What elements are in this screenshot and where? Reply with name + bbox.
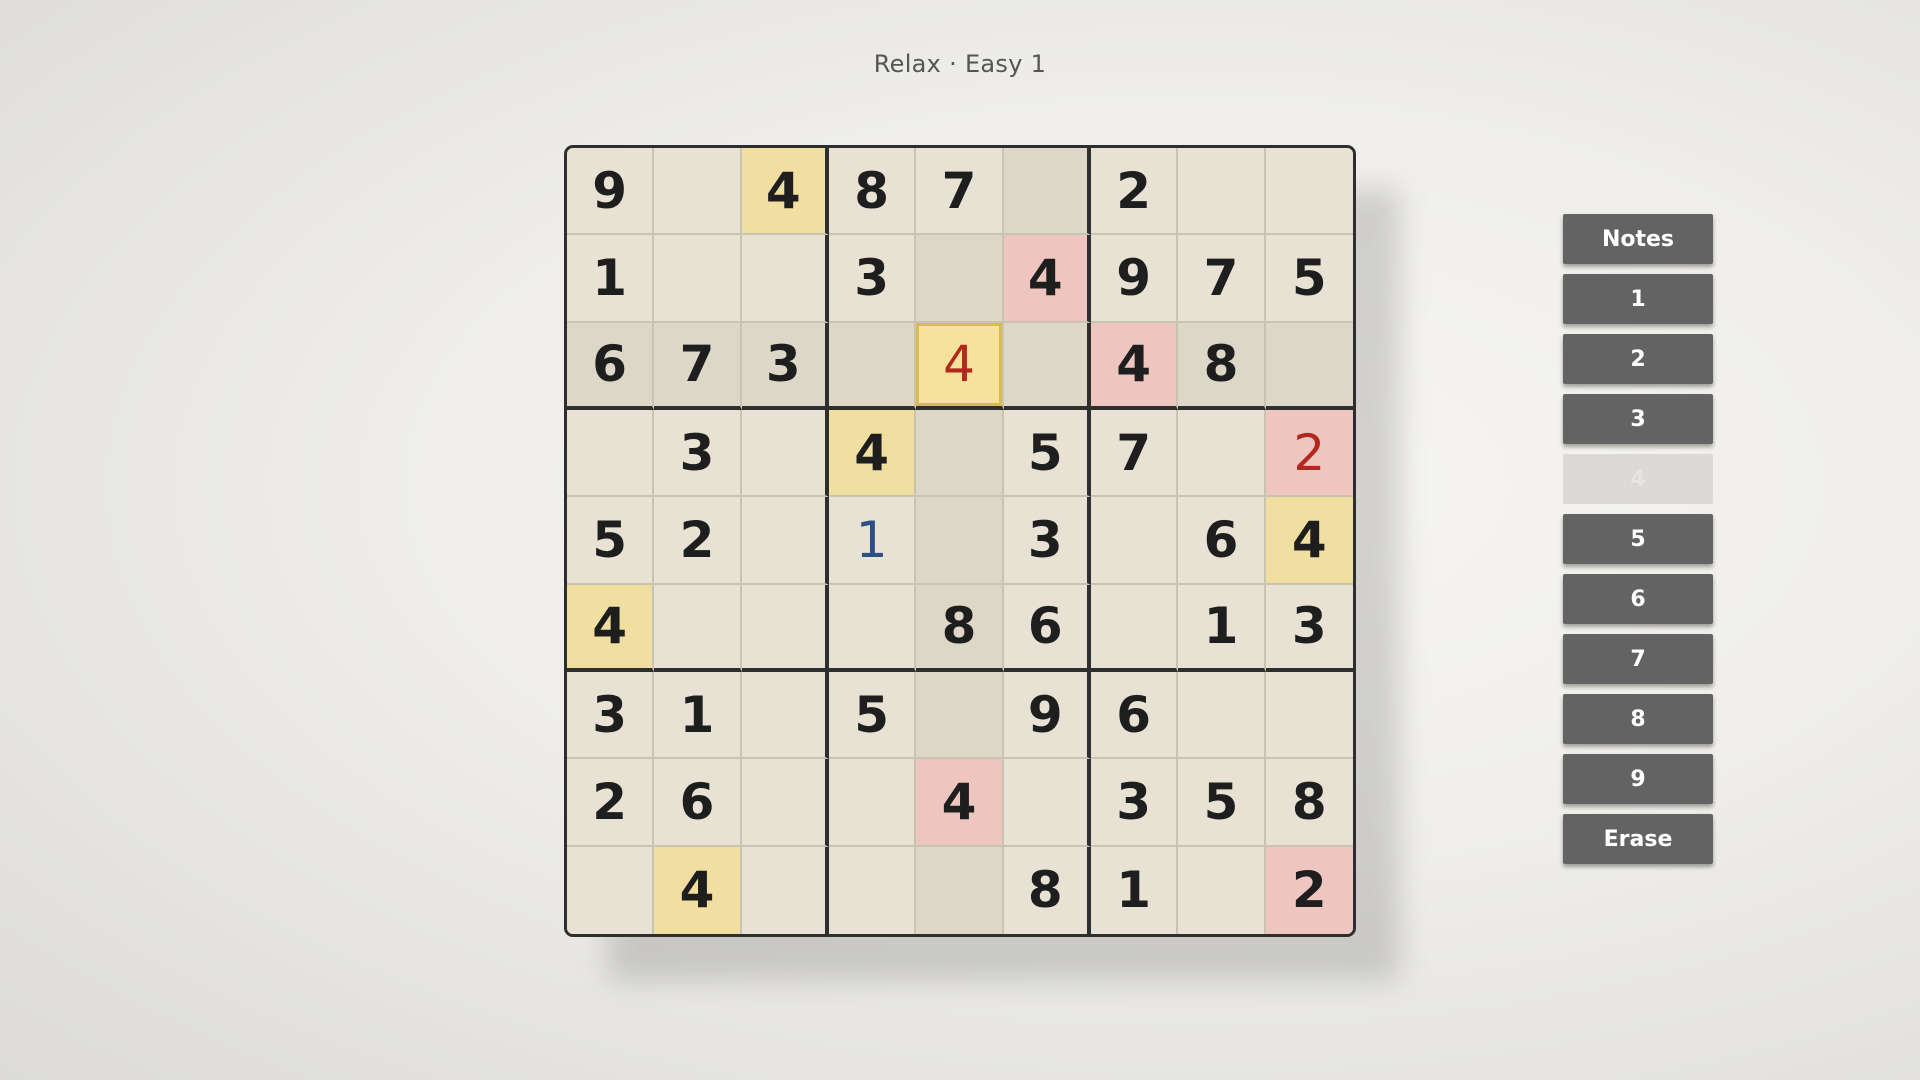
sudoku-cell[interactable]: 9	[567, 148, 655, 236]
sudoku-cell[interactable]: 5	[1265, 235, 1353, 323]
sudoku-cell[interactable]: 4	[1265, 497, 1353, 585]
sudoku-cell[interactable]	[567, 410, 655, 498]
digit-button-6[interactable]: 6	[1563, 574, 1713, 624]
sudoku-cell[interactable]: 1	[829, 497, 917, 585]
sudoku-cell[interactable]: 5	[1003, 410, 1091, 498]
sudoku-cell[interactable]: 5	[567, 497, 655, 585]
sudoku-cell[interactable]	[1265, 672, 1353, 760]
sudoku-cell[interactable]	[916, 235, 1004, 323]
sudoku-cell[interactable]: 4	[1091, 322, 1179, 410]
sudoku-cell[interactable]: 6	[654, 759, 742, 847]
digit-button-3[interactable]: 3	[1563, 394, 1713, 444]
sudoku-cell[interactable]: 4	[741, 148, 829, 236]
sudoku-cell[interactable]: 2	[1265, 846, 1353, 934]
sudoku-cell[interactable]	[916, 497, 1004, 585]
sudoku-cell[interactable]: 3	[829, 235, 917, 323]
sudoku-cell[interactable]	[741, 672, 829, 760]
sudoku-cell[interactable]: 2	[1091, 148, 1179, 236]
sudoku-cell[interactable]	[741, 759, 829, 847]
sudoku-cell[interactable]: 1	[654, 672, 742, 760]
sudoku-cell[interactable]	[654, 235, 742, 323]
sudoku-cell[interactable]: 1	[1178, 584, 1266, 672]
sudoku-cell[interactable]	[1003, 759, 1091, 847]
digit-button-2[interactable]: 2	[1563, 334, 1713, 384]
sudoku-cell[interactable]	[1178, 148, 1266, 236]
sudoku-cell[interactable]	[829, 584, 917, 672]
sudoku-cell[interactable]: 8	[1003, 846, 1091, 934]
sudoku-cell[interactable]	[654, 584, 742, 672]
sudoku-cell[interactable]	[1178, 410, 1266, 498]
digit-button-1[interactable]: 1	[1563, 274, 1713, 324]
sudoku-cell[interactable]: 4	[829, 410, 917, 498]
sudoku-cell[interactable]: 4	[567, 584, 655, 672]
sudoku-cell[interactable]	[1178, 672, 1266, 760]
sudoku-cell[interactable]: 8	[916, 584, 1004, 672]
sudoku-cell[interactable]: 3	[654, 410, 742, 498]
sudoku-cell[interactable]: 3	[567, 672, 655, 760]
sudoku-cell[interactable]: 1	[1091, 846, 1179, 934]
sudoku-cell[interactable]	[1003, 148, 1091, 236]
sudoku-cell[interactable]: 9	[1003, 672, 1091, 760]
sudoku-cell[interactable]: 3	[1265, 584, 1353, 672]
digit-button-4[interactable]: 4	[1563, 454, 1713, 504]
sudoku-cell[interactable]: 4	[916, 759, 1004, 847]
sudoku-cell[interactable]	[741, 584, 829, 672]
sudoku-cell[interactable]: 1	[567, 235, 655, 323]
sudoku-cell[interactable]: 6	[1091, 672, 1179, 760]
sudoku-board: 9487213497567344834572521364486133159626…	[564, 145, 1356, 937]
erase-button[interactable]: Erase	[1563, 814, 1713, 864]
sudoku-cell[interactable]	[741, 410, 829, 498]
sudoku-cell[interactable]: 3	[741, 322, 829, 410]
sudoku-cell[interactable]: 6	[1003, 584, 1091, 672]
sudoku-cell[interactable]	[1265, 322, 1353, 410]
sudoku-cell[interactable]	[829, 846, 917, 934]
sudoku-cell[interactable]: 7	[916, 148, 1004, 236]
puzzle-title: Relax · Easy 1	[873, 50, 1047, 78]
digit-button-5[interactable]: 5	[1563, 514, 1713, 564]
sudoku-cell[interactable]	[1003, 322, 1091, 410]
sudoku-cell[interactable]	[741, 235, 829, 323]
sudoku-cell[interactable]	[741, 846, 829, 934]
sudoku-cell[interactable]	[916, 846, 1004, 934]
sudoku-cell[interactable]	[1091, 497, 1179, 585]
sudoku-cell[interactable]	[829, 322, 917, 410]
sudoku-cell[interactable]: 8	[1265, 759, 1353, 847]
sudoku-cell[interactable]	[1091, 584, 1179, 672]
sudoku-cell[interactable]	[916, 672, 1004, 760]
digit-button-9[interactable]: 9	[1563, 754, 1713, 804]
sudoku-cell[interactable]: 3	[1003, 497, 1091, 585]
sudoku-cell[interactable]	[567, 846, 655, 934]
sudoku-cell[interactable]: 7	[654, 322, 742, 410]
sudoku-cell[interactable]: 6	[1178, 497, 1266, 585]
sudoku-cell[interactable]	[1265, 148, 1353, 236]
sudoku-cell[interactable]	[916, 410, 1004, 498]
number-pad: Notes 1 2 3 4 5 6 7 8 9 Erase	[1563, 214, 1713, 874]
sudoku-cell[interactable]: 3	[1091, 759, 1179, 847]
sudoku-cell[interactable]: 7	[1178, 235, 1266, 323]
sudoku-cell[interactable]: 8	[1178, 322, 1266, 410]
sudoku-cell[interactable]	[829, 759, 917, 847]
sudoku-cell[interactable]	[1178, 846, 1266, 934]
sudoku-cell[interactable]: 4	[654, 846, 742, 934]
digit-button-8[interactable]: 8	[1563, 694, 1713, 744]
sudoku-cell[interactable]: 9	[1091, 235, 1179, 323]
notes-button[interactable]: Notes	[1563, 214, 1713, 264]
sudoku-cell[interactable]: 8	[829, 148, 917, 236]
sudoku-cell[interactable]: 5	[1178, 759, 1266, 847]
sudoku-cell[interactable]: 2	[567, 759, 655, 847]
sudoku-cell[interactable]	[654, 148, 742, 236]
sudoku-cell[interactable]: 2	[1265, 410, 1353, 498]
sudoku-cell[interactable]	[741, 497, 829, 585]
sudoku-cell[interactable]: 7	[1091, 410, 1179, 498]
sudoku-cell[interactable]: 6	[567, 322, 655, 410]
sudoku-cell[interactable]: 4	[916, 322, 1004, 410]
sudoku-cell[interactable]: 2	[654, 497, 742, 585]
sudoku-cell[interactable]: 5	[829, 672, 917, 760]
digit-button-7[interactable]: 7	[1563, 634, 1713, 684]
sudoku-cell[interactable]: 4	[1003, 235, 1091, 323]
